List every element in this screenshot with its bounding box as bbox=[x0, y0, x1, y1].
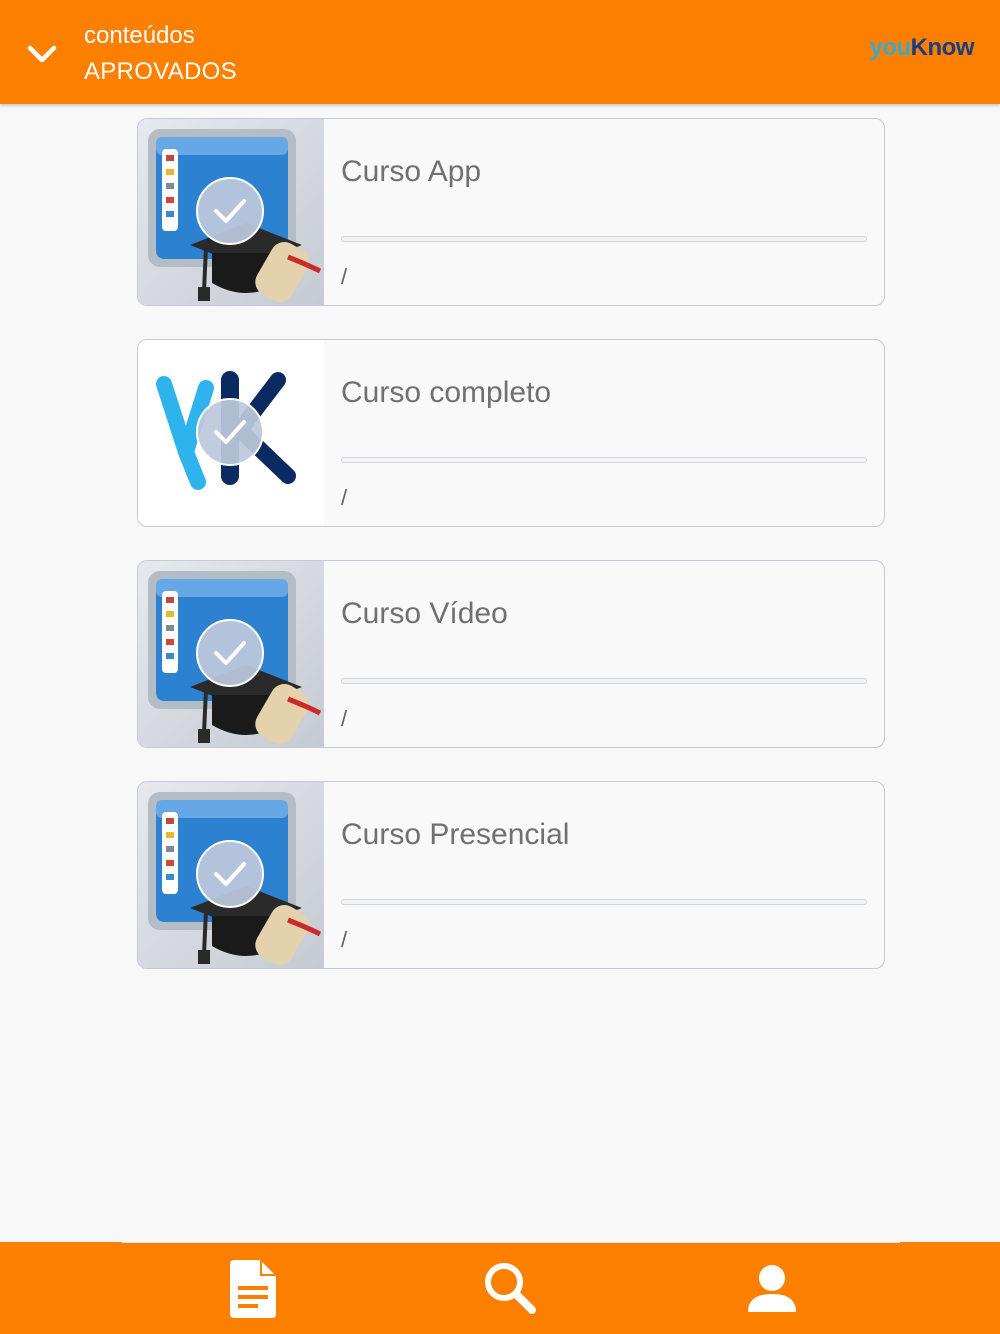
course-thumbnail bbox=[138, 782, 324, 968]
course-card[interactable]: Curso Vídeo / bbox=[137, 560, 885, 748]
header-title-line2: APROVADOS bbox=[84, 58, 237, 85]
progress-bar bbox=[341, 899, 867, 905]
search-icon[interactable] bbox=[480, 1256, 540, 1320]
youknow-logo: youKnow bbox=[870, 34, 975, 62]
yk-logo-thumbnail bbox=[138, 340, 324, 526]
course-card[interactable]: Curso App / bbox=[137, 118, 885, 306]
course-card[interactable]: Curso completo / bbox=[137, 339, 885, 527]
bottom-nav bbox=[0, 1242, 1000, 1334]
course-title: Curso App bbox=[341, 155, 482, 188]
logo-you: you bbox=[869, 34, 912, 61]
course-card[interactable]: Curso Presencial / bbox=[137, 781, 885, 969]
course-title: Curso Presencial bbox=[341, 818, 570, 851]
course-title: Curso completo bbox=[341, 376, 552, 409]
header-title-line1: conteúdos bbox=[84, 22, 195, 49]
course-title: Curso Vídeo bbox=[341, 597, 508, 630]
progress-bar bbox=[341, 457, 867, 463]
check-icon bbox=[196, 177, 264, 245]
check-icon bbox=[196, 840, 264, 908]
logo-know: Know bbox=[910, 34, 975, 61]
top-bar: conteúdos APROVADOS youKnow bbox=[0, 0, 1000, 104]
course-status: / bbox=[341, 485, 348, 510]
check-icon bbox=[196, 619, 264, 687]
user-icon[interactable] bbox=[742, 1256, 802, 1320]
course-status: / bbox=[341, 927, 348, 952]
course-list: Curso App / Curso completo / Curso Vídeo… bbox=[137, 118, 885, 1002]
divider bbox=[122, 1242, 900, 1243]
progress-bar bbox=[341, 678, 867, 684]
chevron-down-icon[interactable] bbox=[22, 34, 62, 74]
progress-bar bbox=[341, 236, 867, 242]
document-icon[interactable] bbox=[222, 1256, 282, 1320]
course-status: / bbox=[341, 264, 348, 289]
course-thumbnail bbox=[138, 561, 324, 747]
check-icon bbox=[196, 398, 264, 466]
course-status: / bbox=[341, 706, 348, 731]
course-thumbnail bbox=[138, 119, 324, 305]
